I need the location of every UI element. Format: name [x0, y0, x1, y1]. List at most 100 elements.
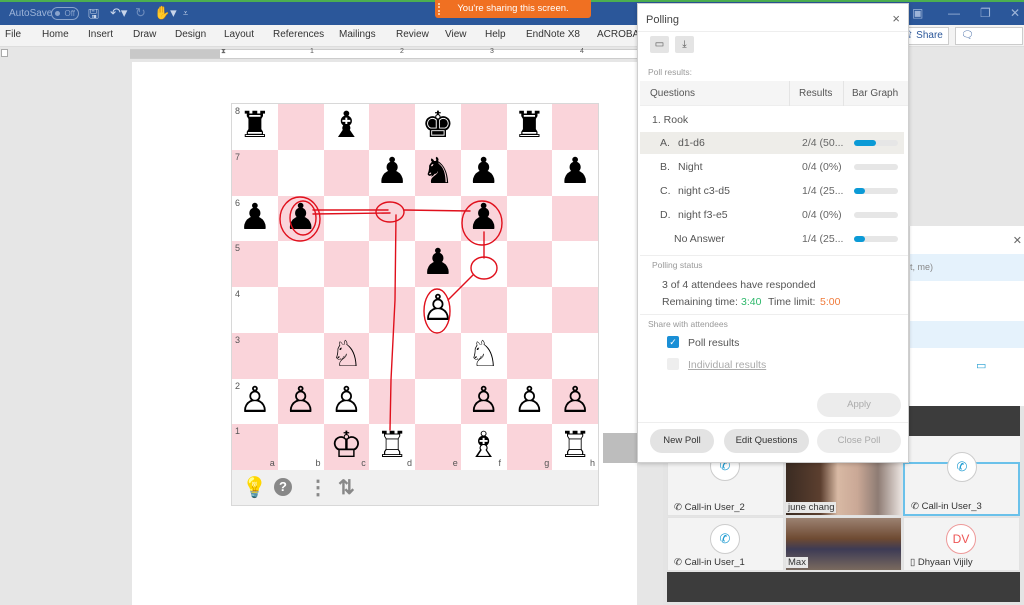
square-f8[interactable]	[460, 104, 507, 150]
tab-mailings[interactable]: Mailings	[339, 29, 376, 40]
square-g6[interactable]	[506, 195, 553, 242]
video-tile[interactable]: ✆ ✆ Call-in User_2	[667, 451, 784, 516]
drag-handle-icon[interactable]	[438, 3, 442, 15]
hint-bulb-icon[interactable]: 💡	[242, 475, 267, 500]
square-d4[interactable]	[369, 287, 415, 333]
video-icon[interactable]: ▭	[976, 359, 986, 372]
square-g5[interactable]	[506, 241, 553, 287]
white-bishop-icon[interactable]: ♗	[461, 424, 507, 470]
scroll-thumb[interactable]	[603, 433, 637, 463]
poll-option-row[interactable]: B. Night 0/4 (0%)	[640, 156, 904, 178]
square-h5[interactable]	[552, 241, 598, 287]
customize-icon[interactable]: ⩡	[183, 8, 188, 19]
help-icon[interactable]: ?	[274, 478, 292, 496]
square-c7[interactable]	[323, 149, 370, 196]
indent-marker-icon[interactable]: ⧗	[221, 48, 226, 56]
save-icon[interactable]: 🖫	[88, 5, 99, 27]
poll-option-row[interactable]: D. night f3-e5 0/4 (0%)	[640, 204, 904, 226]
video-tile[interactable]: ✆ ✆ Call-in User_1	[667, 517, 784, 571]
black-knight-icon[interactable]: ♞	[415, 150, 461, 196]
black-pawn-icon[interactable]: ♟	[415, 241, 461, 287]
undo-icon[interactable]: ↶▾	[110, 5, 127, 21]
black-pawn-icon[interactable]: ♟	[461, 196, 507, 242]
square-e3[interactable]	[415, 332, 461, 379]
open-poll-icon[interactable]: ▭	[650, 36, 669, 53]
ribbon-display-icon[interactable]: ▣	[912, 6, 923, 20]
square-b8[interactable]	[277, 104, 324, 150]
save-poll-icon[interactable]: ⤓	[675, 36, 694, 53]
chessboard[interactable]: 8 7 6 5 4 3 2 1 a b c d e f g h ♜ ♝ ♚ ♜ ♟ ♞ ♟ ♟ ♟ ♟ ♟ ♟ ♙ ♘ ♘ ♙ ♙ ♙ ♙ ♙ ♙ ♔ ♖ ♗…	[232, 104, 598, 470]
tab-draw[interactable]: Draw	[133, 29, 156, 40]
black-king-icon[interactable]: ♚	[415, 104, 461, 150]
black-pawn-icon[interactable]: ♟	[369, 150, 415, 196]
tab-file[interactable]: File	[5, 29, 21, 40]
square-d5[interactable]	[369, 241, 415, 287]
square-c4[interactable]	[323, 287, 370, 333]
white-pawn-icon[interactable]: ♙	[278, 379, 324, 425]
close-icon[interactable]: ×	[892, 11, 900, 26]
square-b5[interactable]	[277, 241, 324, 287]
black-pawn-icon[interactable]: ♟	[461, 150, 507, 196]
individual-results-checkbox[interactable]	[667, 358, 679, 370]
tab-layout[interactable]: Layout	[224, 29, 254, 40]
participant-row[interactable]: t, me)	[910, 254, 1024, 281]
square-g4[interactable]	[506, 287, 553, 333]
redo-icon[interactable]: ↻	[135, 5, 146, 21]
comments-button[interactable]: 🗨 Comments	[955, 27, 1023, 57]
white-rook-icon[interactable]: ♖	[552, 424, 598, 470]
black-pawn-icon[interactable]: ♟	[278, 196, 324, 242]
edit-questions-button[interactable]: Edit Questions	[724, 429, 809, 453]
tab-view[interactable]: View	[445, 29, 467, 40]
video-tile-active[interactable]: ✆ ✆ Call-in User_3	[903, 452, 1020, 516]
black-pawn-icon[interactable]: ♟	[552, 150, 598, 196]
square-d6[interactable]	[369, 195, 415, 242]
more-icon[interactable]: ⋮	[308, 475, 328, 500]
black-pawn-icon[interactable]: ♟	[232, 196, 278, 242]
flip-board-icon[interactable]: ⇅	[338, 475, 355, 500]
white-pawn-icon[interactable]: ♙	[232, 379, 278, 425]
tab-references[interactable]: References	[273, 29, 324, 40]
close-icon[interactable]: ✕	[1013, 234, 1022, 247]
square-c5[interactable]	[323, 241, 370, 287]
square-b3[interactable]	[277, 332, 324, 379]
poll-option-row[interactable]: No Answer 1/4 (25...	[640, 228, 904, 250]
tab-insert[interactable]: Insert	[88, 29, 113, 40]
video-tile[interactable]: DV ▯ Dhyaan Vijily	[903, 517, 1020, 571]
tab-home[interactable]: Home	[42, 29, 69, 40]
video-tile[interactable]: Max	[785, 517, 902, 571]
square-f5[interactable]	[460, 241, 507, 287]
square-e2[interactable]	[415, 378, 461, 425]
autosave-toggle[interactable]: Off	[51, 7, 79, 20]
square-d8[interactable]	[369, 104, 415, 150]
white-knight-icon[interactable]: ♘	[461, 333, 507, 379]
square-c6[interactable]	[323, 195, 370, 242]
apply-button[interactable]: Apply	[817, 393, 901, 417]
tab-review[interactable]: Review	[396, 29, 429, 40]
restore-icon[interactable]: ❐	[980, 6, 991, 20]
square-b7[interactable]	[277, 149, 324, 196]
white-knight-icon[interactable]: ♘	[324, 333, 370, 379]
square-h4[interactable]	[552, 287, 598, 333]
square-d3[interactable]	[369, 332, 415, 379]
poll-option-row[interactable]: C. night c3-d5 1/4 (25...	[640, 180, 904, 202]
square-h3[interactable]	[552, 332, 598, 379]
square-h6[interactable]	[552, 195, 598, 242]
black-rook-icon[interactable]: ♜	[232, 104, 278, 150]
square-g3[interactable]	[506, 332, 553, 379]
square-e6[interactable]	[415, 195, 461, 242]
white-rook-icon[interactable]: ♖	[369, 424, 415, 470]
tab-endnote[interactable]: EndNote X8	[526, 29, 580, 40]
square-g7[interactable]	[506, 149, 553, 196]
white-pawn-icon[interactable]: ♙	[552, 379, 598, 425]
white-pawn-icon[interactable]: ♙	[461, 379, 507, 425]
square-b4[interactable]	[277, 287, 324, 333]
sharing-banner[interactable]: You're sharing this screen.	[435, 0, 591, 18]
minimize-icon[interactable]: —	[948, 6, 960, 20]
touch-mode-icon[interactable]: ✋▾	[154, 5, 177, 21]
poll-results-checkbox[interactable]: ✓	[667, 336, 679, 348]
tab-selector[interactable]	[1, 49, 8, 57]
square-h8[interactable]	[552, 104, 598, 150]
close-icon[interactable]: ✕	[1010, 6, 1020, 20]
white-pawn-icon[interactable]: ♙	[415, 287, 461, 333]
tab-design[interactable]: Design	[175, 29, 206, 40]
